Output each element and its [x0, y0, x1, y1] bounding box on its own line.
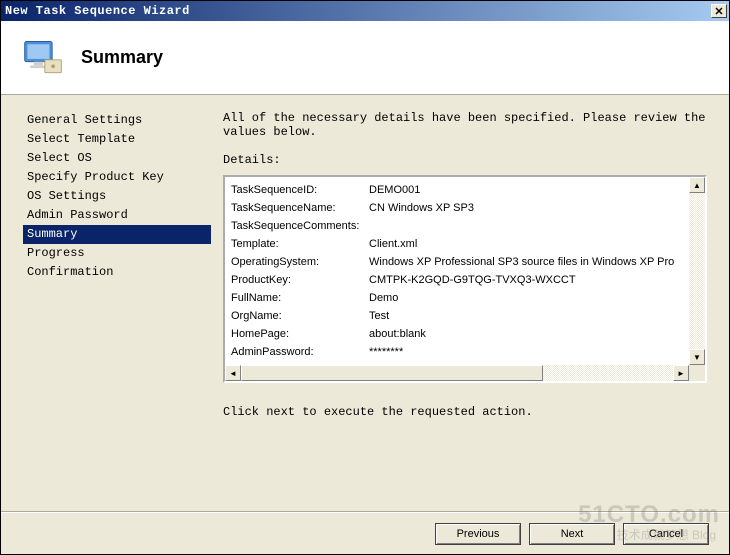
detail-row[interactable]: OrgName:Test [231, 307, 683, 325]
detail-row[interactable]: HomePage:about:blank [231, 325, 683, 343]
detail-value: Windows XP Professional SP3 source files… [369, 253, 674, 271]
detail-label: OperatingSystem: [231, 253, 369, 271]
cancel-button[interactable]: Cancel [623, 523, 709, 545]
detail-row[interactable]: OperatingSystem:Windows XP Professional … [231, 253, 683, 271]
detail-row[interactable]: ProductKey:CMTPK-K2GQD-G9TQG-TVXQ3-WXCCT [231, 271, 683, 289]
detail-value: Test [369, 307, 389, 325]
scroll-corner [689, 365, 705, 381]
detail-value: Demo [369, 289, 398, 307]
detail-row[interactable]: TaskSequenceID:DEMO001 [231, 181, 683, 199]
vertical-scrollbar[interactable]: ▲ ▼ [689, 177, 705, 365]
detail-label: AdminPassword: [231, 343, 369, 361]
detail-value: about:blank [369, 325, 426, 343]
detail-label: OrgName: [231, 307, 369, 325]
scroll-up-button[interactable]: ▲ [689, 177, 705, 193]
detail-value: CN Windows XP SP3 [369, 199, 474, 217]
page-title: Summary [81, 47, 163, 68]
scroll-right-button[interactable]: ► [673, 365, 689, 381]
detail-label: Template: [231, 235, 369, 253]
main-panel: All of the necessary details have been s… [211, 95, 729, 511]
detail-label: TaskSequenceID: [231, 181, 369, 199]
wizard-sidebar: General SettingsSelect TemplateSelect OS… [1, 95, 211, 511]
sidebar-item-select-template[interactable]: Select Template [23, 130, 211, 149]
scroll-left-button[interactable]: ◄ [225, 365, 241, 381]
wizard-button-bar: Previous Next Cancel [1, 512, 729, 554]
sidebar-item-os-settings[interactable]: OS Settings [23, 187, 211, 206]
horizontal-scrollbar[interactable]: ◄ ► [225, 365, 689, 381]
scroll-down-button[interactable]: ▼ [689, 349, 705, 365]
detail-label: FullName: [231, 289, 369, 307]
footer-instruction: Click next to execute the requested acti… [223, 405, 707, 419]
sidebar-item-confirmation[interactable]: Confirmation [23, 263, 211, 282]
sidebar-item-admin-password[interactable]: Admin Password [23, 206, 211, 225]
close-button[interactable]: ✕ [711, 4, 727, 18]
detail-value: DEMO001 [369, 181, 420, 199]
sidebar-item-summary[interactable]: Summary [23, 225, 211, 244]
detail-value: ******** [369, 343, 403, 361]
detail-label: ProductKey: [231, 271, 369, 289]
details-listbox[interactable]: TaskSequenceID:DEMO001TaskSequenceName:C… [223, 175, 707, 383]
detail-row[interactable]: FullName:Demo [231, 289, 683, 307]
detail-row[interactable]: TaskSequenceName:CN Windows XP SP3 [231, 199, 683, 217]
previous-button[interactable]: Previous [435, 523, 521, 545]
titlebar: New Task Sequence Wizard ✕ [1, 1, 729, 21]
detail-row[interactable]: Template:Client.xml [231, 235, 683, 253]
wizard-content: General SettingsSelect TemplateSelect OS… [1, 95, 729, 511]
monitor-icon [21, 36, 65, 80]
detail-label: TaskSequenceComments: [231, 217, 369, 235]
sidebar-item-specify-product-key[interactable]: Specify Product Key [23, 168, 211, 187]
sidebar-item-progress[interactable]: Progress [23, 244, 211, 263]
scroll-track-vertical[interactable] [689, 193, 705, 349]
wizard-header: Summary [1, 21, 729, 95]
detail-value: CMTPK-K2GQD-G9TQG-TVXQ3-WXCCT [369, 271, 576, 289]
detail-label: TaskSequenceName: [231, 199, 369, 217]
next-button[interactable]: Next [529, 523, 615, 545]
details-label: Details: [223, 153, 707, 167]
scroll-track-horizontal[interactable] [241, 365, 673, 381]
detail-value: Client.xml [369, 235, 417, 253]
sidebar-item-general-settings[interactable]: General Settings [23, 111, 211, 130]
scroll-thumb-horizontal[interactable] [241, 365, 543, 381]
detail-row[interactable]: AdminPassword:******** [231, 343, 683, 361]
instruction-text: All of the necessary details have been s… [223, 111, 707, 139]
detail-row[interactable]: TaskSequenceComments: [231, 217, 683, 235]
window-title: New Task Sequence Wizard [5, 4, 190, 18]
detail-label: HomePage: [231, 325, 369, 343]
sidebar-item-select-os[interactable]: Select OS [23, 149, 211, 168]
